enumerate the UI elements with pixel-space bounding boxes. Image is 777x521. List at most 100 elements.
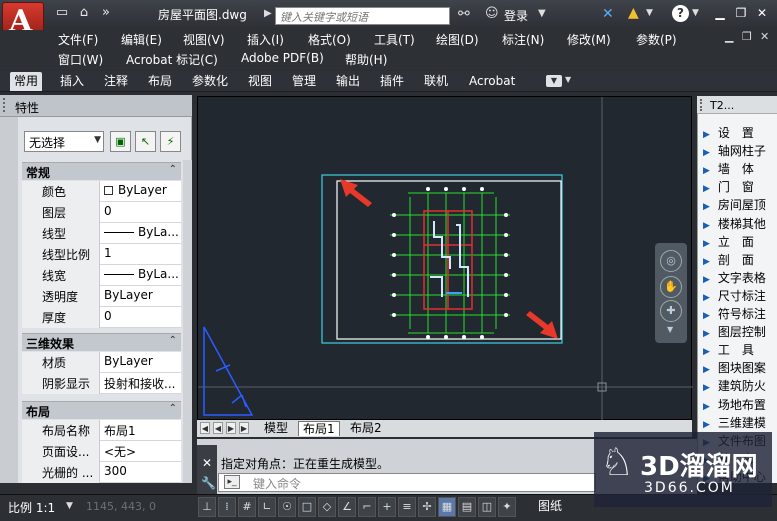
help-chevron-icon[interactable]: ▼ [692,8,699,18]
tab-layout[interactable]: 布局 [144,72,176,91]
menu-dimension[interactable]: 标注(N) [502,31,544,48]
tool-palette-item[interactable]: ▶ 设 置 [703,124,775,143]
coordinate-readout[interactable]: 1145, 443, 0 [86,500,156,513]
command-input[interactable]: 键入命令 [218,473,596,492]
last-layout-icon[interactable]: ▶ [239,422,249,434]
user-icon[interactable]: ☺ [485,6,499,21]
polar-tracking-icon[interactable]: ☉ [278,497,296,517]
app-chevron-icon[interactable]: ▼ [646,8,653,18]
tool-palette-item[interactable]: ▶ 尺寸标注 [703,287,775,306]
menu-format[interactable]: 格式(O) [308,31,351,48]
menu-adobe-pdf[interactable]: Adobe PDF(B) [241,51,324,65]
tab-acrobat[interactable]: Acrobat [465,72,519,91]
tab-plugins[interactable]: 插件 [376,72,408,91]
search-expand-icon[interactable]: ▶ [264,8,272,19]
tab-layout2[interactable]: 布局2 [346,421,386,436]
mdi-restore-icon[interactable]: ❐ [742,30,752,43]
object-snap-icon[interactable]: □ [298,497,316,517]
tool-palette-item[interactable]: ▶ 剖 面 [703,251,775,270]
tool-palette-item[interactable]: ▶ 工 具 [703,341,775,360]
menu-modify[interactable]: 修改(M) [567,31,611,48]
navbar-chevron-icon[interactable]: ▼ [667,325,673,334]
next-layout-icon[interactable]: ▶ [226,422,236,434]
tab-home[interactable]: 常用 [10,72,43,91]
dynamic-input-icon[interactable]: + [378,497,396,517]
property-row-transparency[interactable]: 透明度 ByLayer [22,286,181,307]
close-icon[interactable]: ✕ [200,456,214,470]
open-folder-icon[interactable]: ⌂ [76,6,92,20]
pan-icon[interactable]: ✋ [660,276,682,298]
property-row-linetype[interactable]: 线型 ByLa... [22,223,181,244]
tool-palette-item[interactable]: ▶ 立 面 [703,233,775,252]
annotation-monitor-icon[interactable]: ✦ [498,497,516,517]
tab-parametric[interactable]: 参数化 [188,72,232,91]
close-window-icon[interactable]: ✕ [754,5,770,21]
binoculars-icon[interactable]: ⚯ [458,6,470,22]
toggle-pickadd-icon[interactable]: ▣ [110,131,131,152]
property-row-layer[interactable]: 图层 0 [22,202,181,223]
property-row-shadow[interactable]: 阴影显示 投射和接收... [22,373,181,394]
dynamic-ucs-icon[interactable]: ⌐ [358,497,376,517]
menu-edit[interactable]: 编辑(E) [121,31,162,48]
tab-layout1[interactable]: 布局1 [298,421,340,436]
tab-annotate[interactable]: 注释 [100,72,132,91]
tool-palette-item[interactable]: ▶ 符号标注 [703,305,775,324]
menu-tools[interactable]: 工具(T) [374,31,415,48]
quick-select-icon[interactable]: ⚡ [160,131,181,152]
restore-window-icon[interactable]: ❐ [733,5,749,21]
selection-dropdown[interactable]: 无选择 ▼ [24,131,104,152]
tool-palette-item[interactable]: ▶ 房间屋顶 [703,196,775,215]
prev-layout-icon[interactable]: ◀ [213,422,223,434]
grip-icon[interactable] [700,99,705,111]
tab-view[interactable]: 视图 [244,72,276,91]
tool-palette-item[interactable]: ▶ 建筑防火 [703,377,775,396]
3d-object-snap-icon[interactable]: ◇ [318,497,336,517]
tool-palette-item[interactable]: ▶ 轴网柱子 [703,142,775,161]
grid-display-icon[interactable]: # [238,497,256,517]
mdi-close-icon[interactable]: ✕ [760,30,769,43]
select-objects-icon[interactable]: ↖ [135,131,156,152]
paper-space-toggle[interactable]: 图纸 [538,497,562,514]
help-icon[interactable]: ? [672,5,689,22]
property-row-thickness[interactable]: 厚度 0 [22,307,181,328]
tool-palette-item[interactable]: ▶ 门 窗 [703,178,775,197]
palette-side-strip[interactable] [0,117,18,483]
tab-model[interactable]: 模型 [260,421,292,436]
show-hide-lineweight-icon[interactable]: ✢ [418,497,436,517]
scale-chevron-icon[interactable]: ▼ [66,501,73,511]
autodesk-app-icon[interactable]: ▲ [628,5,639,21]
tool-palette-item[interactable]: ▶ 图块图案 [703,359,775,378]
menu-file[interactable]: 文件(F) [58,31,98,48]
annotation-scale[interactable]: 比例 1:1 [8,499,55,516]
object-snap-tracking-icon[interactable]: ∠ [338,497,356,517]
menu-parametric[interactable]: 参数(P) [636,31,677,48]
tab-manage[interactable]: 管理 [288,72,320,91]
section-general[interactable]: 常规 ⌃ [22,162,181,180]
command-prompt-icon[interactable]: ▸_ [224,475,240,489]
property-row-page-setup[interactable]: 页面设... <无> [22,441,181,462]
menu-view[interactable]: 视图(V) [183,31,225,48]
quick-properties-icon[interactable]: ▤ [458,497,476,517]
property-row-raster[interactable]: 光栅的 ... 300 [22,462,181,483]
menu-insert[interactable]: 插入(I) [247,31,284,48]
exchange-x-icon[interactable]: ✕ [602,6,614,22]
ribbon-options-chevron-icon[interactable]: ▼ [565,75,571,84]
tool-palette-item[interactable]: ▶ 场地布置 [703,396,775,415]
tool-palette-item[interactable]: ▶ 图层控制 [703,323,775,342]
login-button[interactable]: 登录 [504,7,528,24]
tool-palette-item[interactable]: ▶ 三维建模 [703,414,775,433]
properties-scrollbar[interactable] [183,160,192,483]
tab-insert[interactable]: 插入 [56,72,88,91]
property-row-material[interactable]: 材质 ByLayer [22,352,181,373]
tab-output[interactable]: 输出 [332,72,364,91]
ortho-mode-icon[interactable]: ∟ [258,497,276,517]
snap-mode-icon[interactable]: ⁞ [218,497,236,517]
section-layout[interactable]: 布局 ⌃ [22,401,181,419]
mdi-minimize-icon[interactable]: ▁ [725,30,733,43]
tool-palette-item[interactable]: ▶ 楼梯其他 [703,215,775,234]
first-layout-icon[interactable]: ◀ [200,422,210,434]
tool-palette-item[interactable]: ▶ 墙 体 [703,160,775,179]
steeringwheel-icon[interactable]: ◎ [660,250,682,272]
section-3d-effects[interactable]: 三维效果 ⌃ [22,333,181,351]
grip-icon[interactable] [3,98,9,112]
